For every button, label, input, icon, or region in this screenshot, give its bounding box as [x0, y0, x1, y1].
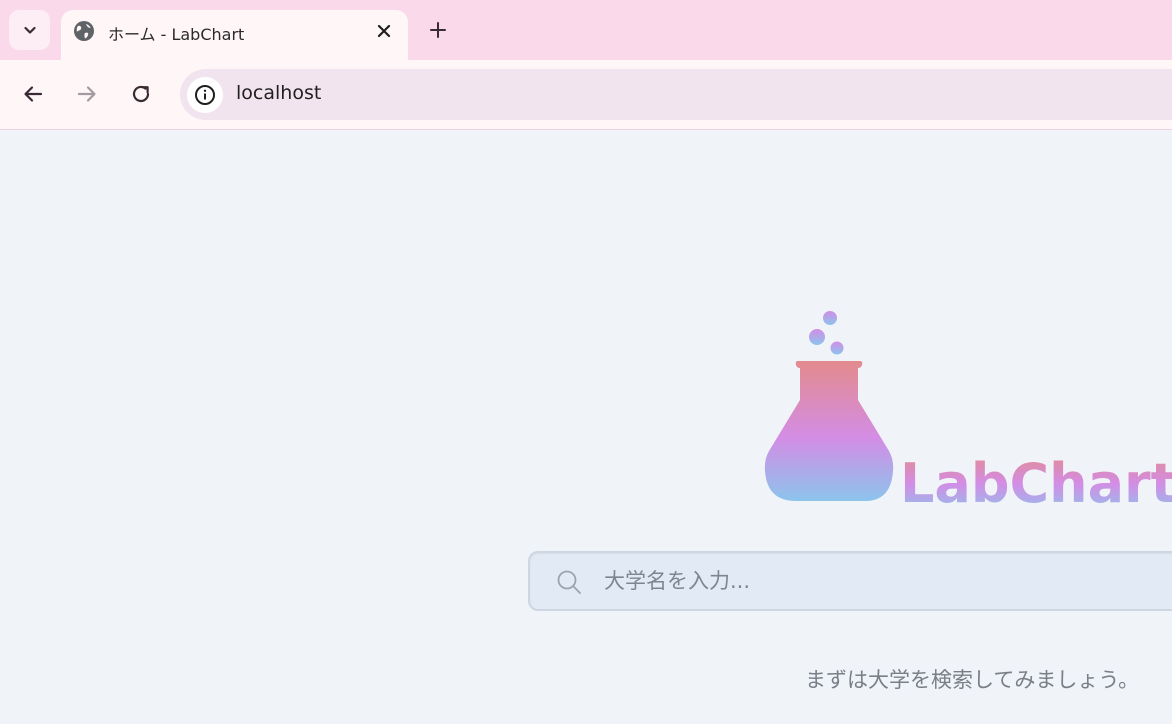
- site-info-button[interactable]: [187, 77, 223, 113]
- globe-icon: [74, 21, 94, 41]
- url-text[interactable]: localhost: [236, 82, 321, 104]
- new-tab-button[interactable]: [426, 18, 450, 42]
- arrow-right-icon: [77, 86, 96, 102]
- back-button[interactable]: [21, 82, 45, 106]
- university-search-box[interactable]: [528, 551, 1172, 611]
- tab-close-button[interactable]: [373, 20, 395, 42]
- arrow-left-icon: [24, 86, 43, 102]
- tab-home[interactable]: ホーム - LabChart: [61, 10, 408, 60]
- chevron-down-icon: [23, 26, 36, 34]
- close-icon: [377, 24, 391, 38]
- plus-icon: [430, 22, 446, 38]
- university-search-input[interactable]: [604, 561, 1164, 601]
- tab-search-button[interactable]: [9, 10, 50, 50]
- reload-button[interactable]: [129, 82, 153, 106]
- search-hint-text: まずは大学を検索してみましょう。: [805, 668, 1140, 692]
- browser-tabstrip: ホーム - LabChart: [0, 0, 1172, 60]
- browser-toolbar: localhost: [0, 60, 1172, 130]
- address-bar[interactable]: localhost: [180, 69, 1172, 120]
- page-content: LabChart まずは大学を検索してみましょう。: [0, 130, 1172, 724]
- reload-icon: [132, 85, 150, 103]
- logo-wordmark: LabChart: [900, 452, 1172, 510]
- forward-button[interactable]: [75, 82, 99, 106]
- flask-icon: [764, 311, 894, 501]
- svg-text:LabChart: LabChart: [900, 452, 1172, 510]
- search-icon: [557, 570, 581, 594]
- tab-title: ホーム - LabChart: [108, 25, 245, 44]
- info-icon: [195, 85, 215, 105]
